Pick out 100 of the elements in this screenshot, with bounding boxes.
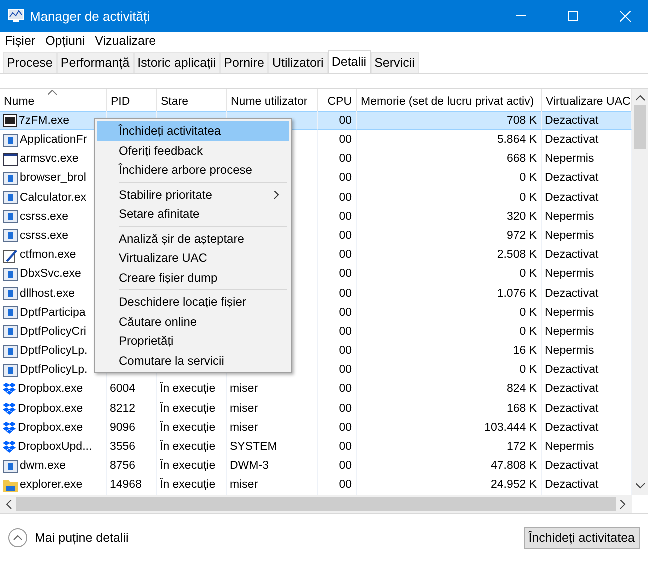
- cell-text: miser: [230, 402, 258, 415]
- context-menu-item[interactable]: Creare fișier dump: [97, 268, 289, 288]
- tab[interactable]: Performanță: [56, 52, 134, 74]
- collapse-icon: [8, 528, 28, 548]
- menu-label: Virtualizare UAC: [119, 251, 208, 265]
- cell-text: Nepermis: [545, 210, 594, 223]
- app-icon: [3, 344, 18, 358]
- cell-text: În execuție: [160, 460, 216, 472]
- cell-text: Dezactivat: [545, 460, 599, 472]
- context-menu-item[interactable]: Analiză șir de așteptare: [97, 228, 289, 248]
- context-menu-item[interactable]: Închideți activitatea: [97, 121, 289, 141]
- horizontal-scrollbar[interactable]: [0, 495, 632, 513]
- menu-label: Analiză șir de așteptare: [119, 232, 244, 246]
- cell-text: Dezactivat: [545, 114, 599, 127]
- cell-text: 824 K: [506, 383, 537, 396]
- process-name: DropboxUpd...: [18, 441, 92, 454]
- cell-text: Dezactivat: [545, 422, 599, 434]
- dropbox-icon: [3, 383, 16, 396]
- cell-text: 2.508 K: [497, 249, 537, 262]
- tab[interactable]: Utilizatori: [268, 52, 328, 74]
- menu-label: Stabilire prioritate: [119, 188, 212, 202]
- cell-text: 668 K: [506, 153, 537, 166]
- scroll-thumb[interactable]: [16, 497, 616, 511]
- vertical-scrollbar[interactable]: [632, 89, 648, 495]
- end-task-button[interactable]: Închideți activitatea: [524, 526, 640, 548]
- cell-text: 8756: [110, 460, 136, 472]
- cell-text: Nepermis: [545, 230, 594, 242]
- context-menu-item[interactable]: Căutare online: [97, 312, 289, 332]
- cell-text: 00: [339, 210, 352, 223]
- maximize-button[interactable]: [568, 11, 578, 21]
- cell-text: 972 K: [506, 230, 537, 242]
- tab[interactable]: Istoric aplicații: [134, 52, 220, 74]
- app-icon: [3, 210, 18, 224]
- dropbox-icon: [3, 422, 16, 434]
- context-menu-item[interactable]: Oferiți feedback: [97, 140, 289, 160]
- context-menu-item[interactable]: Comutare la servicii: [97, 350, 289, 370]
- tab[interactable]: Procese: [3, 52, 57, 74]
- cell-text: 00: [339, 153, 352, 166]
- process-name: Calculator.ex: [20, 192, 86, 204]
- cell-text: Nepermis: [545, 441, 594, 454]
- context-menu-item[interactable]: Proprietăți: [97, 331, 289, 351]
- cell-text: 24.952 K: [490, 479, 537, 492]
- cell-text: 47.808 K: [490, 460, 537, 472]
- cell-text: În execuție: [160, 383, 216, 396]
- tab[interactable]: Servicii: [370, 52, 419, 74]
- cell-text: 00: [339, 479, 352, 492]
- archive-icon: [3, 114, 17, 128]
- fewer-details-toggle[interactable]: Mai puține detalii: [8, 528, 129, 548]
- window-title: Manager de activități: [30, 8, 151, 24]
- app-icon: [3, 460, 18, 473]
- cell-text: Dezactivat: [545, 402, 599, 415]
- cell-text: 3556: [110, 441, 136, 454]
- menu-item[interactable]: Fișier: [5, 34, 36, 48]
- cell-text: 00: [339, 345, 352, 358]
- cell-text: 00: [339, 364, 352, 376]
- cell-text: 00: [339, 249, 352, 262]
- cell-text: 172 K: [506, 441, 537, 454]
- scroll-left-icon[interactable]: [6, 500, 12, 508]
- cell-text: 103.444 K: [484, 422, 537, 434]
- cell-text: Dezactivat: [545, 192, 599, 204]
- cell-text: 00: [339, 192, 352, 204]
- scroll-up-icon[interactable]: [636, 95, 644, 102]
- cell-text: 0 K: [520, 364, 537, 376]
- cell-text: 00: [339, 172, 352, 184]
- cell-text: Dezactivat: [545, 172, 599, 184]
- window-icon: [3, 152, 18, 166]
- pen-icon: [3, 248, 18, 263]
- context-menu-item[interactable]: Setare afinitate: [97, 204, 289, 224]
- scroll-thumb[interactable]: [634, 105, 646, 150]
- context-menu-item[interactable]: Deschidere locație fișier: [97, 292, 289, 312]
- process-name: Dropbox.exe: [18, 402, 84, 415]
- context-menu-item[interactable]: Închidere arbore procese: [97, 160, 289, 180]
- scroll-down-icon[interactable]: [636, 483, 644, 489]
- tab[interactable]: Detalii: [328, 50, 371, 74]
- app-icon: [3, 268, 18, 281]
- close-button[interactable]: [620, 10, 630, 22]
- cell-text: miser: [230, 479, 258, 492]
- cell-text: 0 K: [520, 192, 537, 204]
- menu-item[interactable]: Opțiuni: [46, 34, 86, 48]
- cell-text: 168 K: [506, 402, 537, 415]
- process-name: dwm.exe: [20, 460, 66, 472]
- menu-label: Proprietăți: [119, 334, 174, 348]
- process-name: armsvc.exe: [20, 153, 79, 166]
- cell-text: 16 K: [513, 345, 537, 358]
- cell-text: Dezactivat: [545, 364, 599, 376]
- context-menu-item[interactable]: Stabilire prioritate: [97, 184, 289, 204]
- cell-text: miser: [230, 383, 258, 396]
- cell-text: miser: [230, 422, 258, 434]
- cell-text: 00: [339, 114, 352, 127]
- cell-text: 0 K: [520, 306, 537, 319]
- scroll-right-icon[interactable]: [620, 500, 626, 508]
- context-menu-item[interactable]: Virtualizare UAC: [97, 248, 289, 268]
- cell-text: 00: [339, 230, 352, 242]
- cell-text: 00: [339, 268, 352, 280]
- menu-item[interactable]: Vizualizare: [95, 34, 156, 48]
- tab[interactable]: Pornire: [220, 52, 268, 74]
- cell-text: 1.076 K: [497, 288, 537, 300]
- cell-text: Dezactivat: [545, 383, 599, 396]
- cell-text: 0 K: [520, 268, 537, 280]
- cell-text: 320 K: [506, 210, 537, 223]
